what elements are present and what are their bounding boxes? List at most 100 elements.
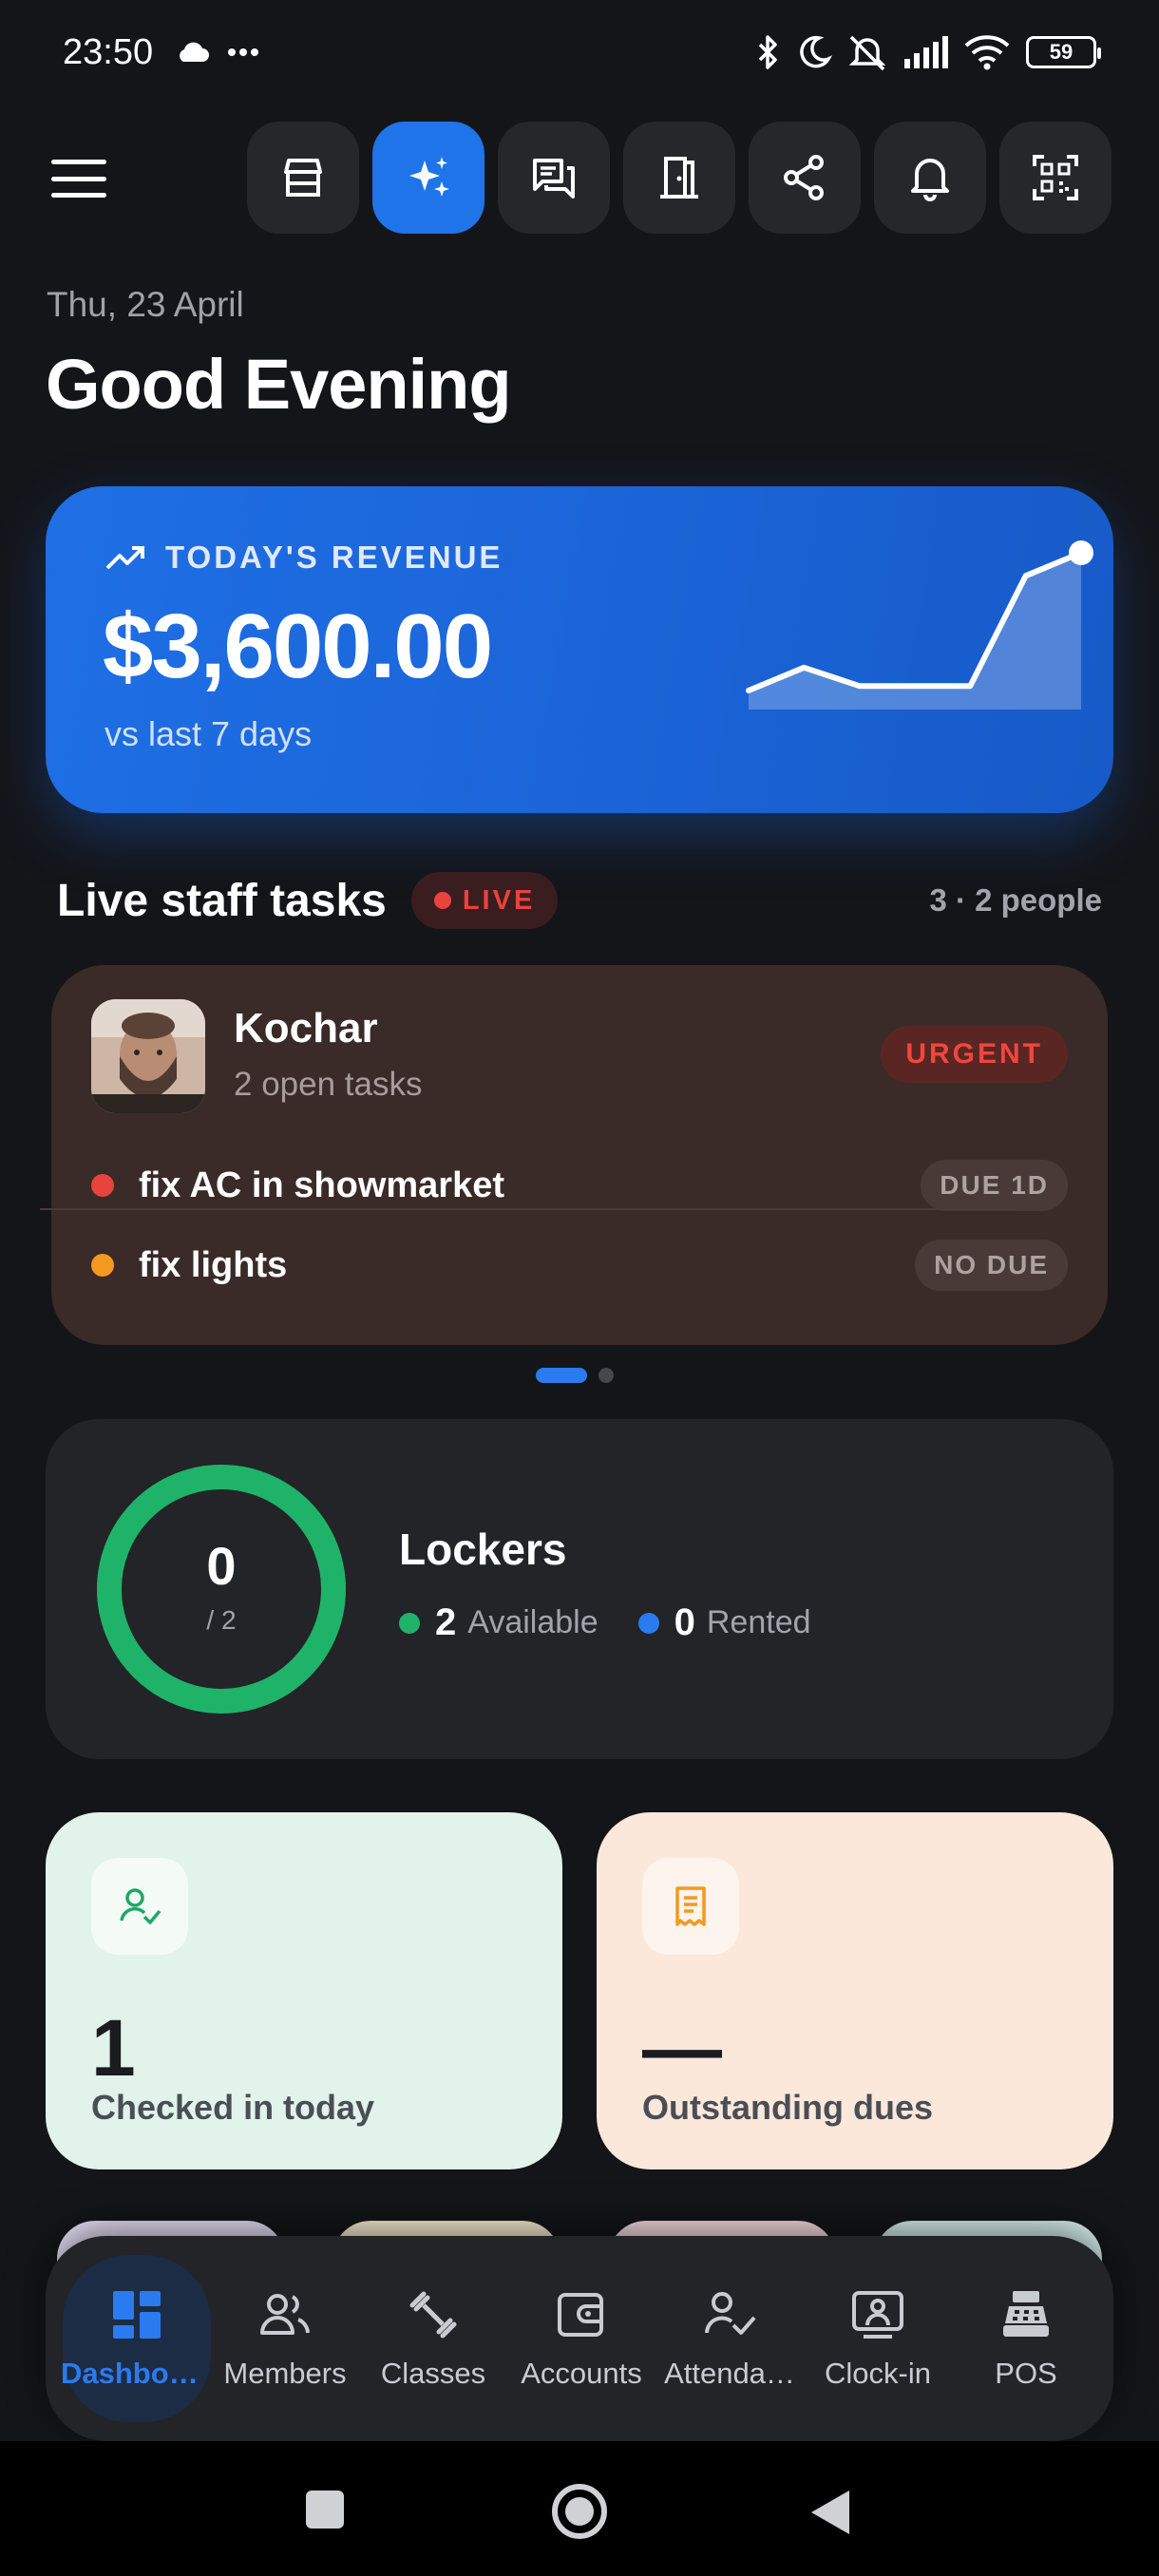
greeting-title: Good Evening xyxy=(46,345,512,424)
store-button[interactable] xyxy=(247,122,359,234)
checked-in-label: Checked in today xyxy=(91,2088,375,2127)
sparkles-icon xyxy=(409,157,449,197)
chat-button[interactable] xyxy=(498,122,610,234)
mute-bell-icon xyxy=(848,35,886,71)
door-icon xyxy=(660,157,698,199)
nav-members[interactable]: Members xyxy=(211,2255,359,2422)
signal-icon xyxy=(904,36,948,68)
task-divider xyxy=(40,1208,1016,1210)
task-item[interactable]: fix lights NO DUE xyxy=(91,1227,1068,1303)
nav-label: Members xyxy=(223,2357,347,2390)
tasks-header: Live staff tasks LIVE 3 · 2 people xyxy=(57,864,1102,937)
nav-pos[interactable]: POS xyxy=(952,2255,1100,2422)
rented-count: 0 xyxy=(674,1601,695,1643)
wifi-icon xyxy=(964,35,1010,70)
task-pager[interactable] xyxy=(536,1368,614,1383)
cloud-icon xyxy=(180,42,210,62)
qr-code-icon xyxy=(1033,155,1078,200)
avatar xyxy=(91,999,205,1113)
revenue-comparison: vs last 7 days xyxy=(104,714,313,753)
due-badge: NO DUE xyxy=(915,1240,1068,1291)
moon-icon xyxy=(800,35,832,68)
task-status-dot xyxy=(91,1174,114,1197)
priority-badge: URGENT xyxy=(881,1026,1068,1083)
available-label: Available xyxy=(467,1604,598,1640)
ai-assistant-button[interactable] xyxy=(372,122,484,234)
nav-dashboard[interactable]: Dashboa… xyxy=(61,2255,213,2422)
trending-up-icon xyxy=(105,546,144,570)
revenue-label: TODAY'S REVENUE xyxy=(165,540,504,575)
live-dot xyxy=(433,892,451,909)
nav-label: Accounts xyxy=(521,2357,642,2390)
system-navigation-bar xyxy=(0,2441,1159,2576)
share-button[interactable] xyxy=(749,122,861,234)
task-item[interactable]: fix AC in showmarket DUE 1D xyxy=(91,1147,1068,1223)
nav-accounts[interactable]: Accounts xyxy=(507,2255,656,2422)
qr-scan-button[interactable] xyxy=(999,122,1112,234)
dues-label: Outstanding dues xyxy=(642,2088,933,2127)
task-text: fix lights xyxy=(139,1244,288,1285)
lockers-rented-stat: 0 Rented xyxy=(637,1601,811,1644)
dashboard-icon xyxy=(108,2286,165,2343)
live-label: LIVE xyxy=(462,884,536,916)
recents-icon[interactable] xyxy=(304,2489,346,2530)
available-dot xyxy=(399,1612,420,1634)
revenue-sparkline xyxy=(746,540,1093,710)
cash-register-icon xyxy=(998,2286,1054,2343)
battery-level: 59 xyxy=(1049,40,1074,64)
lockers-total: / 2 xyxy=(206,1605,237,1635)
due-badge: DUE 1D xyxy=(921,1160,1068,1211)
pager-dot[interactable] xyxy=(598,1368,614,1383)
staff-open-tasks: 2 open tasks xyxy=(234,1066,423,1103)
nav-label: POS xyxy=(995,2357,1057,2390)
chat-icon xyxy=(533,159,575,199)
status-bar: 23:50 59 xyxy=(0,0,1159,104)
lockers-rented-value: 0 xyxy=(206,1536,237,1596)
dues-value: — xyxy=(642,2003,722,2093)
menu-icon[interactable] xyxy=(48,150,110,207)
home-icon[interactable] xyxy=(551,2483,608,2540)
tasks-count[interactable]: 3 · 2 people xyxy=(929,882,1102,919)
receipt-icon xyxy=(642,1858,739,1955)
rented-label: Rented xyxy=(706,1604,811,1640)
clock-in-icon xyxy=(849,2286,906,2343)
lockers-title: Lockers xyxy=(399,1525,567,1574)
store-icon xyxy=(284,159,322,197)
members-icon xyxy=(256,2286,314,2343)
sparkline-end-point xyxy=(1069,540,1093,565)
rented-dot xyxy=(637,1612,659,1634)
outstanding-dues-tile[interactable]: — Outstanding dues xyxy=(597,1812,1113,2169)
user-check-icon xyxy=(91,1858,188,1955)
task-status-dot xyxy=(91,1254,114,1277)
nav-attendance[interactable]: Attenda… xyxy=(656,2255,804,2422)
battery-indicator: 59 xyxy=(1026,36,1101,68)
back-icon[interactable] xyxy=(809,2489,851,2536)
notifications-button[interactable] xyxy=(874,122,986,234)
date-label: Thu, 23 April xyxy=(47,285,244,324)
pager-dot-active[interactable] xyxy=(536,1368,587,1383)
bottom-navigation: Dashboa… Members Classes Accounts Attend… xyxy=(46,2236,1113,2441)
lockers-card[interactable]: 0 / 2 Lockers 2 Available 0 Rented xyxy=(46,1419,1113,1759)
attendance-icon xyxy=(701,2286,758,2343)
tasks-title: Live staff tasks xyxy=(57,875,387,926)
staff-task-card[interactable]: Kochar 2 open tasks URGENT fix AC in sho… xyxy=(51,965,1108,1345)
nav-classes[interactable]: Classes xyxy=(359,2255,507,2422)
door-button[interactable] xyxy=(623,122,735,234)
checked-in-tile[interactable]: 1 Checked in today xyxy=(46,1812,562,2169)
revenue-card[interactable]: TODAY'S REVENUE $3,600.00 vs last 7 days xyxy=(46,486,1113,813)
available-count: 2 xyxy=(435,1601,457,1643)
nav-clock-in[interactable]: Clock-in xyxy=(804,2255,952,2422)
lockers-available-stat: 2 Available xyxy=(399,1601,598,1644)
more-dots-icon xyxy=(228,48,259,56)
dumbbell-icon xyxy=(405,2286,462,2343)
task-text: fix AC in showmarket xyxy=(139,1165,505,1205)
revenue-amount: $3,600.00 xyxy=(103,596,493,697)
nav-label: Classes xyxy=(380,2357,486,2390)
status-time: 23:50 xyxy=(63,31,154,72)
share-icon xyxy=(784,155,824,200)
checked-in-value: 1 xyxy=(91,2003,136,2093)
nav-label: Clock-in xyxy=(825,2357,931,2390)
wallet-icon xyxy=(553,2286,610,2343)
nav-label: Attenda… xyxy=(664,2357,795,2390)
staff-name: Kochar xyxy=(234,1005,378,1051)
